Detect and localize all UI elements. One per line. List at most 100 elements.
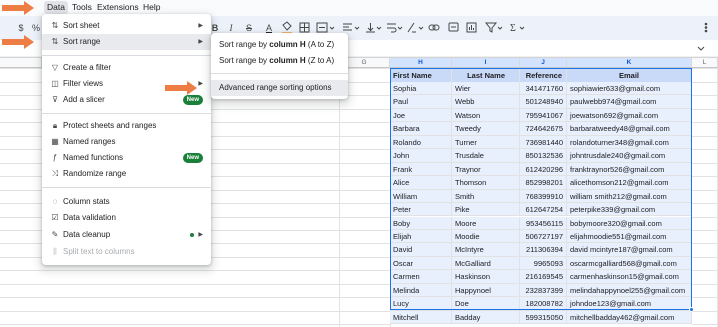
cell-first-name[interactable]: Paul	[390, 95, 452, 109]
cell-last-name[interactable]: Webb	[452, 95, 520, 109]
menu-item-data-cleanup[interactable]: ✎ Data cleanup ▶	[42, 227, 211, 243]
cell-first-name[interactable]: Melinda	[390, 283, 452, 298]
cell-reference[interactable]: 211306394	[520, 243, 567, 257]
cell-first-name[interactable]: Sophia	[390, 82, 452, 96]
cell-first-name[interactable]: Carmen	[390, 270, 452, 284]
collapse-formula-icon[interactable]	[697, 46, 705, 51]
cell-reference[interactable]: 182008782	[520, 297, 567, 311]
menu-item-create-filter[interactable]: ▽ Create a filter	[42, 60, 211, 76]
merge-dropdown-icon[interactable]	[329, 26, 335, 30]
functions-icon[interactable]: Σ	[510, 23, 516, 34]
cell-reference[interactable]: 9965093	[520, 256, 567, 271]
menu-data[interactable]: Data	[44, 1, 68, 14]
cell-reference[interactable]: 852998201	[520, 176, 567, 190]
cell-email[interactable]: sophiawier633@gmail.com	[567, 82, 692, 96]
cell-email[interactable]: mitchellbadday462@gmail.com	[567, 310, 692, 325]
cell-reference[interactable]: 216169545	[520, 270, 567, 284]
vertical-align-icon[interactable]	[366, 23, 375, 33]
cell-last-name[interactable]: Moodie	[452, 229, 520, 244]
column-header-l[interactable]: L	[692, 58, 718, 68]
cell-reference[interactable]: 341471760	[520, 82, 567, 96]
cell-email[interactable]: oscarmcgalliard568@gmail.com	[567, 256, 692, 271]
submenu-item-sort-za[interactable]: Sort range by column H (Z to A)	[211, 53, 348, 69]
cell-email[interactable]: paulwebb974@gmail.com	[567, 95, 692, 109]
cell-email[interactable]: carmenhaskinson15@gmail.com	[567, 270, 692, 284]
header-reference[interactable]: Reference	[520, 68, 567, 83]
align-left-icon[interactable]	[343, 23, 352, 31]
cell-last-name[interactable]: Tweedy	[452, 122, 520, 136]
column-header-k[interactable]: K	[567, 58, 692, 68]
cell-email[interactable]: peterpike339@gmail.com	[567, 203, 692, 217]
menu-item-filter-views[interactable]: ◫ Filter views ▶	[42, 76, 211, 92]
cell-email[interactable]: melindahappynoel255@gmail.com	[567, 283, 692, 298]
menu-item-randomize-range[interactable]: ⤨ Randomize range	[42, 166, 211, 182]
row-header-corner[interactable]	[0, 58, 42, 68]
menu-extensions[interactable]: Extensions	[94, 1, 142, 14]
insert-comment-icon[interactable]	[448, 22, 459, 32]
column-header-i[interactable]: I	[452, 58, 520, 68]
functions-dropdown-icon[interactable]	[519, 26, 525, 30]
column-header-j[interactable]: J	[520, 58, 567, 68]
cell-first-name[interactable]: David	[390, 243, 452, 257]
text-rotation-icon[interactable]	[407, 22, 416, 33]
submenu-item-sort-az[interactable]: Sort range by column H (A to Z)	[211, 37, 348, 53]
header-last-name[interactable]: Last Name	[452, 68, 520, 83]
cell-email[interactable]: franktraynor526@gmail.com	[567, 162, 692, 177]
cell-email[interactable]: joewatson692@gmail.com	[567, 108, 692, 123]
menu-item-sort-sheet[interactable]: ⇅ Sort sheet ▶	[42, 18, 211, 34]
cell-reference[interactable]: 599315050	[520, 310, 567, 325]
cell-first-name[interactable]: Boby	[390, 216, 452, 230]
cell-email[interactable]: johntrusdale240@gmail.com	[567, 149, 692, 163]
cell-email[interactable]: alicethomson212@gmail.com	[567, 176, 692, 190]
merge-cells-icon[interactable]	[316, 22, 328, 33]
cell-email[interactable]: johndoe123@gmail.com	[567, 297, 692, 311]
cell-email[interactable]: david mcintyre187@gmail.com	[567, 243, 692, 257]
cell-last-name[interactable]: Watson	[452, 108, 520, 123]
cell-last-name[interactable]: Happynoel	[452, 283, 520, 298]
cell-last-name[interactable]: McGalliard	[452, 256, 520, 271]
cell-first-name[interactable]: John	[390, 149, 452, 163]
text-wrap-icon[interactable]	[387, 23, 397, 33]
menu-item-sort-range[interactable]: ⇅ Sort range ▶	[42, 34, 211, 50]
menu-item-named-ranges[interactable]: ▦ Named ranges	[42, 134, 211, 150]
cell-last-name[interactable]: Turner	[452, 135, 520, 150]
menu-help[interactable]: Help	[140, 1, 163, 14]
cell-first-name[interactable]: Lucy	[390, 297, 452, 311]
menu-tools[interactable]: Tools	[69, 1, 95, 14]
filter-icon[interactable]	[484, 22, 498, 33]
cell-first-name[interactable]: Elijah	[390, 229, 452, 244]
cell-email[interactable]: william smith212@gmail.com	[567, 189, 692, 204]
cell-last-name[interactable]: Pike	[452, 203, 520, 217]
cell-first-name[interactable]: Peter	[390, 203, 452, 217]
cell-reference[interactable]: 506727197	[520, 229, 567, 244]
align-dropdown-icon[interactable]	[354, 26, 360, 30]
menu-item-protect-sheets[interactable]: 🔒︎ Protect sheets and ranges	[42, 118, 211, 134]
rotation-dropdown-icon[interactable]	[418, 26, 424, 30]
valign-dropdown-icon[interactable]	[376, 26, 382, 30]
cell-last-name[interactable]: Wier	[452, 82, 520, 96]
column-header-h[interactable]: H	[390, 58, 452, 68]
cell-reference[interactable]: 612647254	[520, 203, 567, 217]
cell-reference[interactable]: 795941067	[520, 108, 567, 123]
cell-reference[interactable]: 850132536	[520, 149, 567, 163]
menu-item-add-slicer[interactable]: ⊽ Add a slicer New	[42, 92, 211, 108]
fill-handle[interactable]	[689, 307, 694, 312]
cell-last-name[interactable]: Haskinson	[452, 270, 520, 284]
cell-email[interactable]: rolandoturner348@gmail.com	[567, 135, 692, 150]
cell-last-name[interactable]: Badday	[452, 310, 520, 325]
cell-first-name[interactable]: Rolando	[390, 135, 452, 150]
filter-dropdown-icon[interactable]	[497, 26, 503, 30]
cell-first-name[interactable]: Joe	[390, 108, 452, 123]
cell-last-name[interactable]: McIntyre	[452, 243, 520, 257]
cell-first-name[interactable]: Barbara	[390, 122, 452, 136]
header-first-name[interactable]: First Name	[390, 68, 452, 83]
insert-chart-icon[interactable]	[466, 22, 477, 33]
cell-reference[interactable]: 768399910	[520, 189, 567, 204]
cell-first-name[interactable]: Alice	[390, 176, 452, 190]
submenu-item-advanced-sorting[interactable]: Advanced range sorting options	[211, 80, 348, 96]
cell-email[interactable]: elijahmoodie551@gmail.com	[567, 229, 692, 244]
menu-item-column-stats[interactable]: ◌ Column stats	[42, 194, 211, 210]
cell-last-name[interactable]: Trusdale	[452, 149, 520, 163]
insert-link-icon[interactable]	[428, 24, 440, 31]
menu-item-data-validation[interactable]: ☑ Data validation	[42, 210, 211, 226]
